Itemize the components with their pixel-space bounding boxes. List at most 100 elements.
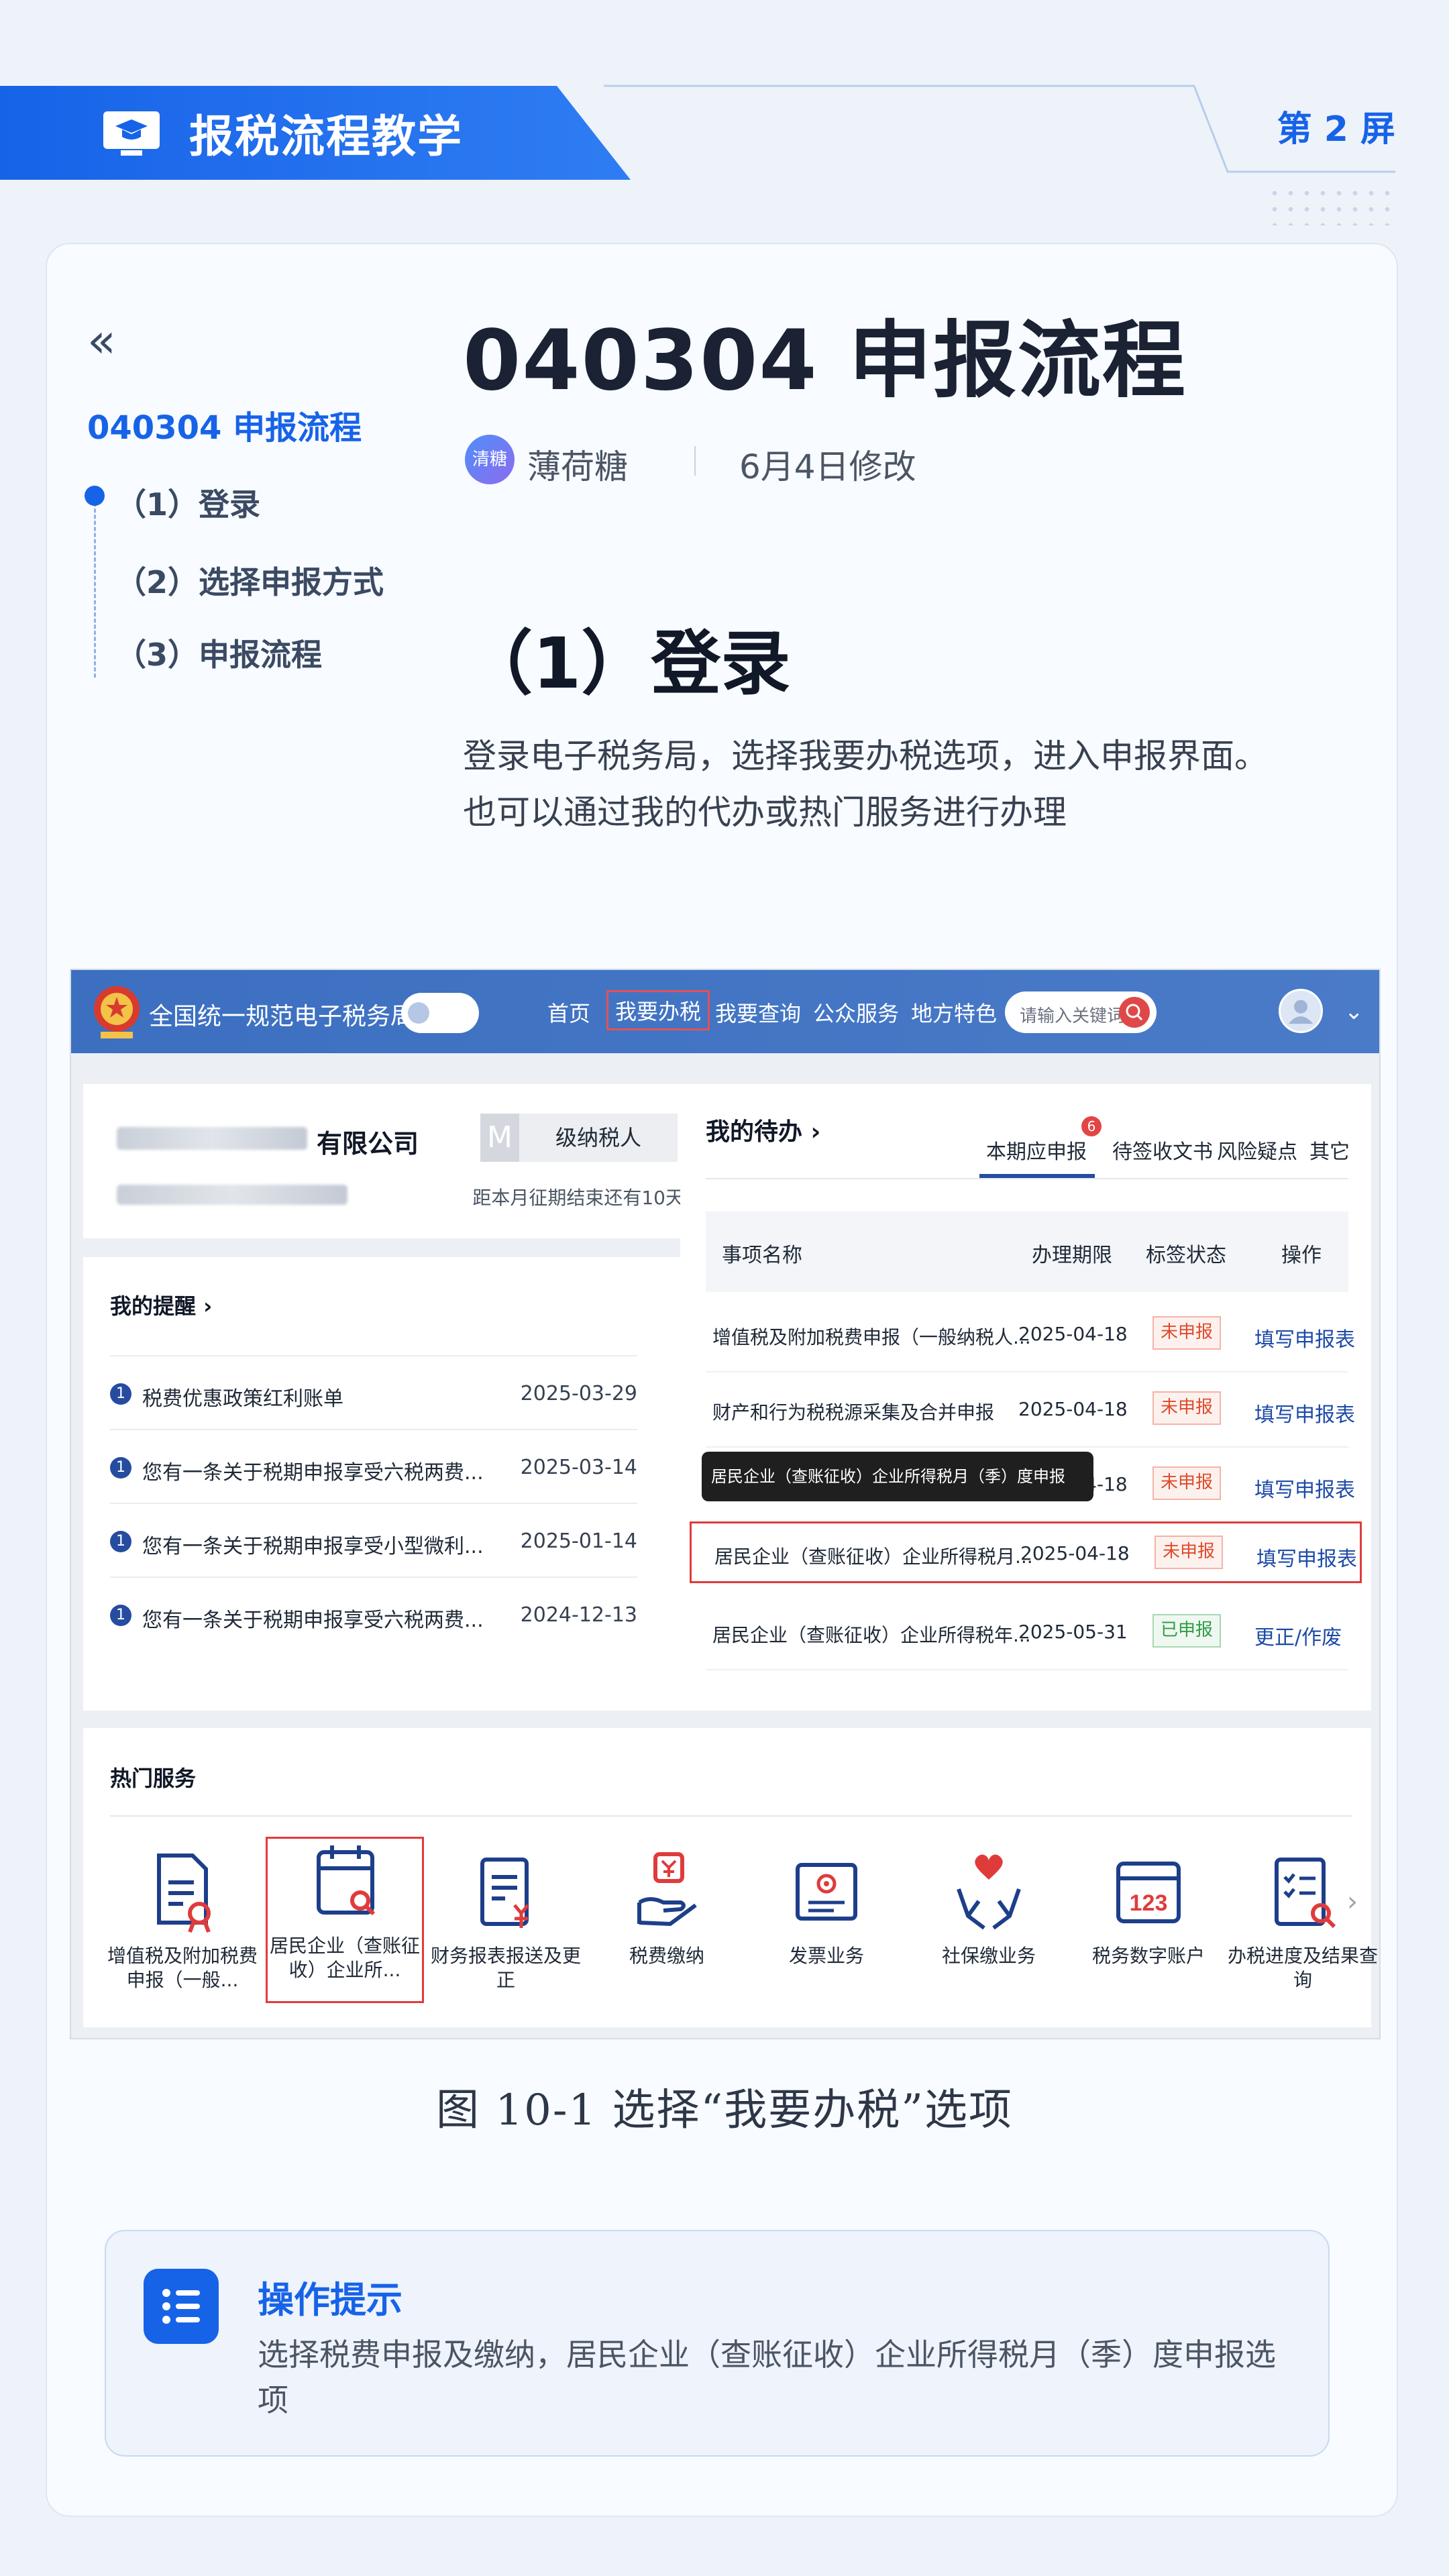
row-action-link[interactable]: 填写申报表 bbox=[1256, 1542, 1357, 1572]
screen-indicator: 第 2 屏 bbox=[1277, 109, 1395, 150]
row-action-link[interactable]: 填写申报表 bbox=[1254, 1398, 1355, 1428]
col-deadline: 办理期限 bbox=[1032, 1244, 1112, 1267]
service-invoice[interactable]: 发票业务 bbox=[747, 1849, 906, 2017]
toc-rail bbox=[94, 496, 96, 678]
tax-portal-screenshot: 全国统一规范电子税务局 首页 我要办税 我要查询 公众服务 地方特色 请输入关键… bbox=[70, 969, 1381, 2039]
cell-deadline: 2025-04-18 bbox=[1018, 1398, 1128, 1420]
meta-divider bbox=[694, 446, 696, 476]
service-financial-report[interactable]: 财务报表报送及更正 bbox=[427, 1849, 585, 2017]
list-item[interactable]: 1 您有一条关于税期申报享受六税两费... 2025-03-14 bbox=[110, 1429, 637, 1503]
company-panel: 有限公司 M 级纳税人 距本月征期结束还有10天 bbox=[83, 1084, 715, 1238]
toc-item-choose-method[interactable]: （2）选择申报方式 bbox=[115, 558, 384, 602]
tab-documents[interactable]: 待签收文书 bbox=[1112, 1135, 1213, 1165]
highlighted-table-row[interactable]: 居民企业（查账征收）企业所得税月... 2025-04-18 未申报 填写申报表 bbox=[690, 1521, 1362, 1583]
nav-i-want-tax[interactable]: 我要办税 bbox=[606, 990, 710, 1030]
page-title: 040304 申报流程 bbox=[463, 313, 1187, 409]
table-row[interactable]: 居民企业（查账征收）企业所得税年... 2025-05-31 已申报 更正/作废 bbox=[706, 1595, 1348, 1670]
list-item[interactable]: 1 您有一条关于税期申报享受六税两费... 2024-12-13 bbox=[110, 1576, 637, 1650]
row-action-link[interactable]: 填写申报表 bbox=[1254, 1473, 1355, 1503]
reminder-text: 您有一条关于税期申报享受小型微利... bbox=[142, 1535, 484, 1558]
service-social-security[interactable]: 社保缴业务 bbox=[910, 1849, 1068, 2017]
paragraph-line-1: 登录电子税务局，选择我要办税选项，进入申报界面。 bbox=[463, 737, 1268, 775]
teaching-screen-icon bbox=[103, 111, 160, 156]
service-label: 财务报表报送及更正 bbox=[430, 1945, 581, 1991]
service-digital-account[interactable]: 123 税务数字账户 bbox=[1069, 1849, 1228, 2017]
service-vat-declare[interactable]: 增值税及附加税费申报（一般... bbox=[103, 1849, 262, 2017]
tip-title: 操作提示 bbox=[258, 2279, 402, 2321]
cell-deadline: 2025-04-18 bbox=[1018, 1323, 1128, 1345]
tax-emblem-icon bbox=[94, 986, 140, 1038]
reminder-date: 2025-01-14 bbox=[520, 1529, 637, 1553]
reminder-date: 2025-03-29 bbox=[520, 1382, 637, 1405]
chevron-down-icon[interactable]: ⌄ bbox=[1344, 998, 1364, 1025]
calendar-search-icon bbox=[317, 1845, 376, 1916]
list-icon bbox=[144, 2269, 219, 2344]
service-label: 居民企业（查账征收）企业所... bbox=[269, 1935, 420, 1981]
modified-date: 6月4日修改 bbox=[739, 447, 916, 486]
cell-name: 增值税及附加税费申报（一般纳税人... bbox=[712, 1326, 1031, 1348]
hot-services-panel: 热门服务 增值税及附加税费申报（一般... 居民企业（查账征收）企业所... 财… bbox=[83, 1728, 1378, 2027]
row-tooltip: 居民企业（查账征收）企业所得税月（季）度申报 bbox=[702, 1452, 1093, 1501]
reminder-number: 1 bbox=[110, 1605, 131, 1626]
redacted-tax-id bbox=[117, 1185, 347, 1205]
search-icon[interactable] bbox=[1119, 997, 1150, 1028]
service-progress-query[interactable]: 办税进度及结果查询 bbox=[1224, 1849, 1379, 2017]
checklist-search-icon bbox=[1275, 1858, 1336, 1929]
tab-current-declare[interactable]: 本期应申报 bbox=[986, 1135, 1087, 1165]
search-placeholder: 请输入关键词 bbox=[1020, 1006, 1125, 1026]
row-action-link[interactable]: 填写申报表 bbox=[1254, 1323, 1355, 1352]
toc-title[interactable]: 040304 申报流程 bbox=[87, 401, 362, 448]
user-avatar-icon[interactable] bbox=[1279, 989, 1323, 1033]
collapse-toc-icon[interactable]: « bbox=[87, 317, 127, 364]
nav-query[interactable]: 我要查询 bbox=[715, 997, 801, 1028]
todo-title[interactable]: 我的待办 › bbox=[706, 1112, 820, 1147]
operation-tip: 操作提示 选择税费申报及缴纳，居民企业（查账征收）企业所得税月（季）度申报选项 bbox=[105, 2230, 1330, 2457]
chevron-right-icon[interactable]: › bbox=[1347, 1886, 1358, 1917]
redacted-company-name bbox=[117, 1127, 307, 1150]
reminders-title[interactable]: 我的提醒 › bbox=[110, 1289, 212, 1320]
portal-topbar: 全国统一规范电子税务局 首页 我要办税 我要查询 公众服务 地方特色 请输入关键… bbox=[71, 970, 1379, 1053]
credit-badge: M bbox=[480, 1114, 519, 1162]
paragraph-line-2: 也可以通过我的代办或热门服务进行办理 bbox=[463, 793, 1067, 832]
reminder-text: 税费优惠政策红利账单 bbox=[142, 1387, 343, 1411]
hot-services-title: 热门服务 bbox=[110, 1766, 197, 1791]
toc-item-login[interactable]: （1）登录 bbox=[115, 480, 260, 525]
table-row[interactable]: 财产和行为税税源采集及合并申报 2025-04-18 未申报 填写申报表 bbox=[706, 1373, 1355, 1448]
tab-count-badge: 6 bbox=[1081, 1116, 1102, 1136]
author-avatar: 清糖 bbox=[465, 435, 515, 484]
toc-item-process[interactable]: （3）申报流程 bbox=[115, 631, 322, 675]
service-label: 税费缴纳 bbox=[629, 1945, 704, 1967]
nav-local[interactable]: 地方特色 bbox=[911, 997, 997, 1028]
list-item[interactable]: 1 您有一条关于税期申报享受小型微利... 2025-01-14 bbox=[110, 1503, 637, 1576]
table-row[interactable]: 增值税及附加税费申报（一般纳税人... 2025-04-18 未申报 填写申报表 bbox=[706, 1297, 1355, 1373]
status-badge: 未申报 bbox=[1152, 1316, 1222, 1350]
header-title: 报税流程教学 bbox=[189, 111, 463, 162]
reminder-text: 您有一条关于税期申报享受六税两费... bbox=[142, 1609, 484, 1632]
portal-search[interactable]: 请输入关键词 bbox=[1005, 991, 1157, 1033]
list-item[interactable]: 1 税费优惠政策红利账单 2025-03-29 bbox=[110, 1355, 637, 1429]
service-label: 发票业务 bbox=[788, 1945, 864, 1967]
service-tax-payment[interactable]: 税费缴纳 bbox=[588, 1849, 746, 2017]
reminder-number: 1 bbox=[110, 1457, 131, 1479]
row-action-link[interactable]: 更正/作废 bbox=[1254, 1621, 1342, 1650]
mode-toggle[interactable] bbox=[401, 993, 479, 1033]
hot-services-divider bbox=[110, 1815, 1352, 1817]
service-enterprise-income-tax[interactable]: 居民企业（查账征收）企业所... bbox=[266, 1837, 424, 2003]
reminders-panel: 我的提醒 › 1 税费优惠政策红利账单 2025-03-29 1 您有一条关于税… bbox=[83, 1257, 715, 1711]
col-status: 标签状态 bbox=[1146, 1244, 1226, 1267]
decor-dots bbox=[1267, 185, 1401, 225]
tab-risk[interactable]: 风险疑点 bbox=[1217, 1135, 1297, 1165]
col-action: 操作 bbox=[1281, 1244, 1322, 1267]
service-label: 增值税及附加税费申报（一般... bbox=[107, 1945, 258, 1991]
tab-divider bbox=[706, 1178, 1348, 1179]
cell-name: 居民企业（查账征收）企业所得税月... bbox=[714, 1546, 1033, 1568]
nav-public-service[interactable]: 公众服务 bbox=[813, 997, 899, 1028]
reminder-number: 1 bbox=[110, 1383, 131, 1405]
tab-other[interactable]: 其它 bbox=[1309, 1135, 1350, 1165]
nav-home[interactable]: 首页 bbox=[547, 997, 590, 1028]
toc-active-dot bbox=[85, 486, 105, 506]
toggle-knob bbox=[408, 1002, 429, 1024]
hand-yen-icon bbox=[637, 1852, 697, 1927]
status-badge: 未申报 bbox=[1152, 1466, 1222, 1500]
tip-text: 选择税费申报及缴纳，居民企业（查账征收）企业所得税月（季）度申报选项 bbox=[258, 2337, 1276, 2418]
